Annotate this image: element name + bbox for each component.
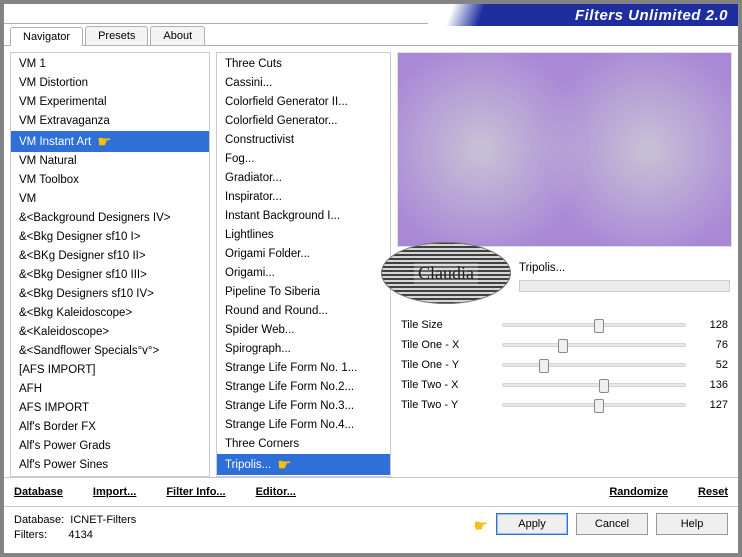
pointer-icon [97, 134, 111, 151]
tab-strip: Navigator Presets About [4, 24, 738, 46]
list-item[interactable]: Tripolis... [217, 454, 390, 475]
param-value: 127 [692, 399, 728, 411]
link-import[interactable]: Import... [93, 486, 136, 498]
param-label: Tile One - X [401, 339, 496, 351]
list-item[interactable]: Lightlines [217, 226, 390, 245]
list-item[interactable]: Vernissage... [217, 475, 390, 477]
param-value: 128 [692, 319, 728, 331]
list-item[interactable]: VM Instant Art [11, 131, 209, 152]
pointer-icon [474, 516, 488, 536]
list-item[interactable]: Inspirator... [217, 188, 390, 207]
title-stripe: Filters Unlimited 2.0 [428, 4, 738, 26]
param-label: Tile Two - X [401, 379, 496, 391]
list-item[interactable]: Cassini... [217, 74, 390, 93]
link-reset[interactable]: Reset [698, 486, 728, 498]
link-database[interactable]: Database [14, 486, 63, 498]
list-item[interactable]: Three Corners [217, 435, 390, 454]
param-row: Tile One - Y 52 [397, 355, 732, 375]
param-value: 76 [692, 339, 728, 351]
tab-about[interactable]: About [150, 26, 205, 45]
param-row: Tile Two - X 136 [397, 375, 732, 395]
param-value: 52 [692, 359, 728, 371]
app-window: Filters Unlimited 2.0 Navigator Presets … [3, 3, 739, 554]
parameter-panel: Tile Size 128 Tile One - X 76 Tile One - Y 52… [397, 315, 732, 415]
list-item[interactable]: VM Distortion [11, 74, 209, 93]
list-item[interactable]: Spider Web... [217, 321, 390, 340]
list-item[interactable]: Strange Life Form No.2... [217, 378, 390, 397]
list-item[interactable]: &<Bkg Kaleidoscope> [11, 304, 209, 323]
pointer-icon [277, 457, 291, 474]
preview-pane: Claudia Tripolis... Tile Size128Tile One… [397, 52, 732, 477]
param-slider[interactable] [502, 363, 686, 367]
list-item[interactable]: Colorfield Generator II... [217, 93, 390, 112]
param-label: Tile Two - Y [401, 399, 496, 411]
param-slider[interactable] [502, 383, 686, 387]
list-item[interactable]: &<Bkg Designer sf10 I> [11, 228, 209, 247]
list-item[interactable]: &<Background Designers IV> [11, 209, 209, 228]
link-filter-info[interactable]: Filter Info... [166, 486, 225, 498]
tab-navigator[interactable]: Navigator [10, 27, 83, 46]
link-randomize[interactable]: Randomize [609, 486, 668, 498]
param-row: Tile Size 128 [397, 315, 732, 335]
param-label: Tile Size [401, 319, 496, 331]
status-info: Database: ICNET-Filters Filters: 4134 [14, 513, 474, 543]
param-row: Tile One - X 76 [397, 335, 732, 355]
list-item[interactable]: &<BKg Designer sf10 II> [11, 247, 209, 266]
main-area: VM 1VM DistortionVM ExperimentalVM Extra… [4, 46, 738, 477]
list-item[interactable]: Strange Life Form No. 1... [217, 359, 390, 378]
list-item[interactable]: Colorfield Generator... [217, 112, 390, 131]
list-item[interactable]: Origami... [217, 264, 390, 283]
list-item[interactable]: Alf's Power Sines [11, 456, 209, 475]
param-row: Tile Two - Y 127 [397, 395, 732, 415]
list-item[interactable]: VM Toolbox [11, 171, 209, 190]
current-filter-label: Tripolis... [519, 262, 730, 274]
list-item[interactable]: Strange Life Form No.4... [217, 416, 390, 435]
list-item[interactable]: &<Bkg Designers sf10 IV> [11, 285, 209, 304]
list-item[interactable]: Gradiator... [217, 169, 390, 188]
list-item[interactable]: AFS IMPORT [11, 399, 209, 418]
app-title: Filters Unlimited 2.0 [575, 7, 728, 24]
list-item[interactable]: VM Natural [11, 152, 209, 171]
list-item[interactable]: VM [11, 190, 209, 209]
title-bar: Filters Unlimited 2.0 [4, 4, 738, 24]
list-item[interactable]: VM Experimental [11, 93, 209, 112]
category-list[interactable]: VM 1VM DistortionVM ExperimentalVM Extra… [10, 52, 210, 477]
param-slider[interactable] [502, 343, 686, 347]
apply-button[interactable]: Apply [496, 513, 568, 535]
list-item[interactable]: VM 1 [11, 55, 209, 74]
link-editor[interactable]: Editor... [256, 486, 296, 498]
list-item[interactable]: VM Extravaganza [11, 112, 209, 131]
list-item[interactable]: [AFS IMPORT] [11, 361, 209, 380]
help-button[interactable]: Help [656, 513, 728, 535]
list-item[interactable]: Three Cuts [217, 55, 390, 74]
cancel-button[interactable]: Cancel [576, 513, 648, 535]
list-item[interactable]: Alf's Power Grads [11, 437, 209, 456]
list-item[interactable]: AFH [11, 380, 209, 399]
param-slider[interactable] [502, 403, 686, 407]
list-item[interactable]: Origami Folder... [217, 245, 390, 264]
list-item[interactable]: Pipeline To Siberia [217, 283, 390, 302]
param-label: Tile One - Y [401, 359, 496, 371]
param-slider[interactable] [502, 323, 686, 327]
list-item[interactable]: &<Bkg Designer sf10 III> [11, 266, 209, 285]
command-bar: Database Import... Filter Info... Editor… [4, 477, 738, 506]
filter-list[interactable]: Three CutsCassini...Colorfield Generator… [216, 52, 391, 477]
list-item[interactable]: Fog... [217, 150, 390, 169]
list-item[interactable]: Instant Background I... [217, 207, 390, 226]
list-item[interactable]: Constructivist [217, 131, 390, 150]
list-item[interactable]: Strange Life Form No.3... [217, 397, 390, 416]
list-item[interactable]: Round and Round... [217, 302, 390, 321]
list-item[interactable]: Spirograph... [217, 340, 390, 359]
status-bar: Database: ICNET-Filters Filters: 4134 Ap… [4, 506, 738, 553]
list-item[interactable]: Alf's Power Toys [11, 475, 209, 477]
preview-image [397, 52, 732, 247]
list-item[interactable]: &<Sandflower Specials°v°> [11, 342, 209, 361]
progress-bar [519, 280, 730, 292]
param-value: 136 [692, 379, 728, 391]
list-item[interactable]: &<Kaleidoscope> [11, 323, 209, 342]
list-item[interactable]: Alf's Border FX [11, 418, 209, 437]
tab-presets[interactable]: Presets [85, 26, 148, 45]
watermark-badge: Claudia [381, 242, 511, 304]
